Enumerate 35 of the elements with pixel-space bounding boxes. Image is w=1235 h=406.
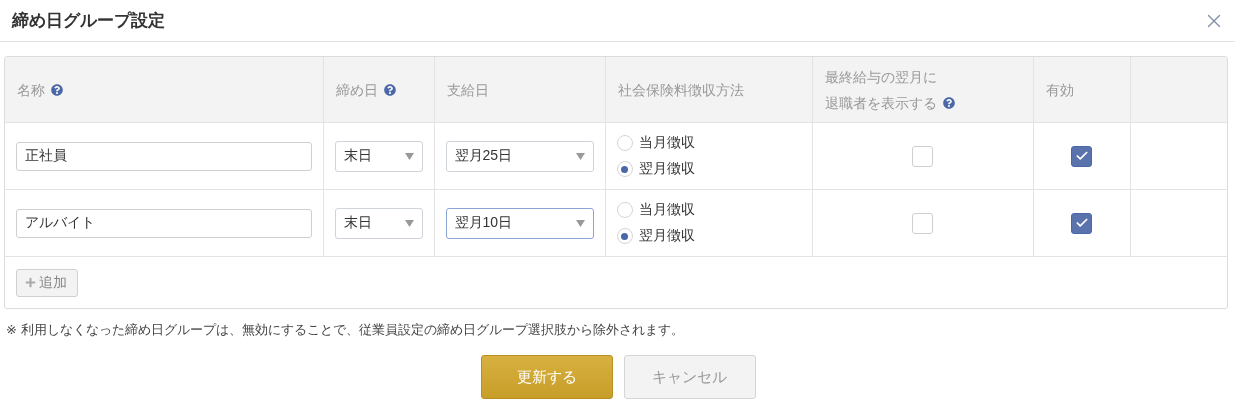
- caret-icon: [404, 219, 414, 227]
- check-icon: [1074, 216, 1089, 230]
- radio-button[interactable]: [616, 228, 633, 244]
- column-header: 有効: [1045, 81, 1074, 98]
- name-field[interactable]: 正社員: [16, 141, 312, 171]
- help-icon[interactable]: [383, 83, 396, 96]
- radio-label: 当月徴収: [638, 134, 695, 152]
- column-header: 締め日: [335, 81, 378, 98]
- help-icon[interactable]: [51, 83, 63, 96]
- plus-icon: [25, 277, 36, 288]
- note-text: ※ 利用しなくなった締め日グループは、無効にすることで、従業員設定の締め日グループ選択肢から除外されます。: [6, 321, 685, 339]
- caret-icon: [404, 152, 414, 160]
- caret-icon: [575, 219, 585, 227]
- caret-icon: [575, 152, 585, 160]
- checkbox[interactable]: [1071, 212, 1092, 234]
- column-header: 名称: [17, 81, 45, 98]
- radio-button[interactable]: [616, 161, 633, 177]
- column-header: 社会保険料徴収方法: [617, 81, 744, 98]
- radio-label: 当月徴収: [638, 201, 695, 219]
- pay-day-select[interactable]: 翌月25日: [445, 140, 594, 172]
- dialog-title: 締め日グループ設定: [12, 10, 165, 32]
- closing-day-select[interactable]: 末日: [334, 207, 423, 239]
- radio-label: 翌月徴収: [638, 160, 695, 178]
- check-icon: [1074, 149, 1089, 163]
- column-header: 支給日: [446, 81, 489, 98]
- checkbox[interactable]: [1071, 145, 1092, 167]
- help-icon[interactable]: [942, 96, 955, 109]
- closing-day-select[interactable]: 末日: [334, 140, 423, 172]
- name-field[interactable]: アルバイト: [16, 208, 312, 238]
- radio-button[interactable]: [616, 135, 633, 151]
- column-header: 最終給与の翌月に: [824, 68, 937, 85]
- pay-day-select[interactable]: 翌月10日: [445, 207, 594, 239]
- radio-label: 翌月徴収: [638, 227, 695, 245]
- radio-button[interactable]: [616, 202, 633, 218]
- column-header: 退職者を表示する: [824, 94, 937, 111]
